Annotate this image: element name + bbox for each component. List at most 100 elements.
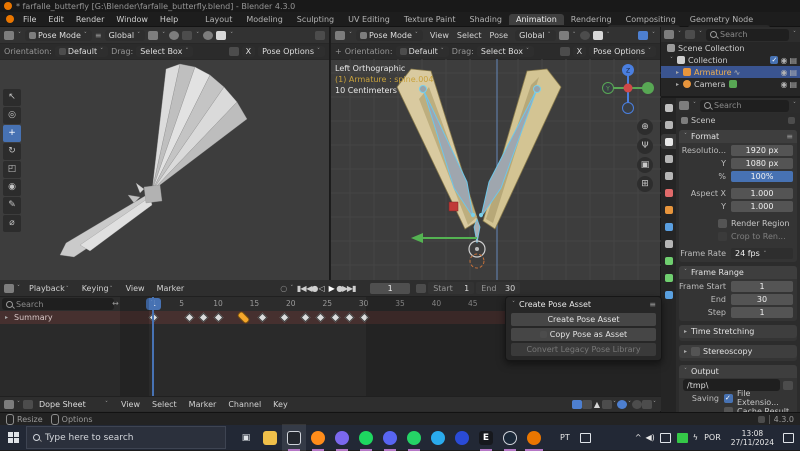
fcurve-icon[interactable] (642, 400, 652, 409)
taskbar-app-obs-studio[interactable] (282, 424, 306, 451)
camera-view-icon[interactable]: ▣ (637, 157, 653, 173)
xray-toggle[interactable]: X (573, 46, 586, 57)
taskbar-app-task-view[interactable]: ▣ (234, 424, 258, 451)
dopesheet-menu-marker[interactable]: Marker (183, 400, 223, 409)
drag-dropdown[interactable]: Select Boxˇ (136, 46, 193, 57)
workspace-tab-modeling[interactable]: Modeling (239, 14, 289, 25)
orientation-dropdown[interactable]: Defaultˇ (55, 46, 108, 57)
editor-type-icon[interactable] (4, 400, 14, 409)
workspace-tab-uv-editing[interactable]: UV Editing (341, 14, 397, 25)
plug-icon[interactable]: ϟ (693, 433, 698, 442)
dopesheet-search[interactable]: Search (2, 298, 114, 310)
properties-tab-constraints[interactable] (661, 236, 676, 251)
gizmo-toggle-icon[interactable] (638, 31, 648, 40)
drag-dropdown[interactable]: Select Boxˇ (477, 46, 534, 57)
jump-to-end-button[interactable]: ▶▮ (346, 284, 356, 293)
workspace-tab-layout[interactable]: Layout (198, 14, 239, 25)
dopesheet-mode-dropdown[interactable]: Dope Sheetˇ (35, 399, 113, 410)
properties-tab-world[interactable] (661, 185, 676, 200)
taskbar-app-telegram[interactable] (426, 424, 450, 451)
current-frame-field[interactable]: 1 (370, 283, 410, 294)
properties-tab-tool[interactable] (661, 100, 676, 115)
filter-expand-icon[interactable]: ↔ (112, 299, 119, 308)
editor-type-icon[interactable] (4, 31, 14, 40)
solid-shading-icon[interactable] (216, 31, 226, 40)
keyframe-10[interactable] (214, 313, 224, 323)
time-stretching-header[interactable]: ▸Time Stretching (679, 325, 797, 338)
outliner-search[interactable]: Search (706, 29, 789, 41)
expand-arrow-icon[interactable]: ˇ (670, 57, 673, 64)
workspace-tab-texture-paint[interactable]: Texture Paint (397, 14, 463, 25)
viewport-menu-view[interactable]: View (426, 31, 453, 40)
collection-checkbox[interactable] (770, 56, 778, 64)
keyframe-24[interactable] (315, 313, 325, 323)
outliner-row-collection[interactable]: ˇ Collection ◉ ▤ (661, 54, 800, 66)
filter-icon[interactable] (685, 30, 695, 39)
editor-type-icon[interactable] (679, 101, 689, 110)
viewport-menu-select[interactable]: Select (453, 31, 486, 40)
eye-icon[interactable]: ◉ (780, 56, 787, 65)
keyframe-26[interactable] (330, 313, 340, 323)
notification-icon[interactable] (783, 433, 794, 443)
properties-tab-object-data[interactable] (661, 253, 676, 268)
dopesheet-menu-view[interactable]: View (115, 400, 146, 409)
popup-button-copy-pose-as-asset[interactable]: Copy Pose as Asset (511, 328, 656, 341)
jump-to-start-button[interactable]: ▮◀ (296, 284, 306, 293)
workspace-tab-shading[interactable]: Shading (462, 14, 509, 25)
keyframe-22[interactable] (301, 313, 311, 323)
xray-toggle[interactable]: X (242, 46, 255, 57)
box-select-icon[interactable] (582, 400, 592, 409)
properties-tab-object[interactable] (661, 202, 676, 217)
menu-window[interactable]: Window (110, 15, 154, 24)
taskbar-app-spotify[interactable] (354, 424, 378, 451)
taskbar-search[interactable]: Type here to search (26, 426, 226, 449)
dopesheet-menu-key[interactable]: Key (267, 400, 294, 409)
frame-rate-dropdown[interactable]: 24 fps ˇ (731, 248, 793, 259)
timeline-menu-view[interactable]: View (120, 284, 151, 293)
outliner-row-scene-collection[interactable]: Scene Collection (661, 42, 800, 54)
frame-start-field[interactable]: Start1 (428, 282, 474, 294)
menu-file[interactable]: File (17, 15, 42, 24)
taskbar-app-discord[interactable] (378, 424, 402, 451)
menu-edit[interactable]: Edit (42, 15, 70, 24)
expand-arrow-icon[interactable]: ▸ (676, 69, 679, 76)
keyframe-16[interactable] (257, 313, 267, 323)
properties-tab-bone-constraint[interactable] (661, 287, 676, 302)
clock[interactable]: 13:08 27/11/2024 (731, 429, 774, 447)
solid-shading-icon[interactable] (593, 31, 603, 40)
timeline-menu-keying[interactable]: Keyingˇ (76, 284, 120, 293)
pose-options-dropdown[interactable]: Pose Optionsˇ (258, 46, 325, 57)
grid-ortho-icon[interactable]: ⊞ (637, 176, 653, 192)
tray-language[interactable]: PT (560, 433, 570, 442)
output-panel-header[interactable]: ˇOutput (679, 365, 797, 378)
dopesheet-menu-channel[interactable]: Channel (222, 400, 267, 409)
mirror-icon[interactable] (560, 47, 570, 56)
properties-tab-physics[interactable] (661, 219, 676, 234)
mode-icon[interactable] (23, 400, 33, 409)
filter-funnel-icon[interactable] (602, 400, 612, 409)
eye-icon[interactable]: ◉ (780, 80, 787, 89)
tray-language-2[interactable]: POR (704, 433, 721, 442)
popup-button-create-pose-asset[interactable]: Create Pose Asset (511, 313, 656, 326)
properties-tab-bone[interactable] (661, 270, 676, 285)
eye-icon[interactable]: ◉ (780, 68, 787, 77)
proportional-edit-icon[interactable] (617, 400, 627, 409)
resolution-y-field[interactable]: 1080 px (731, 158, 793, 169)
volume-icon[interactable]: ◀) (646, 433, 655, 442)
keyframe-19[interactable] (279, 313, 289, 323)
viewport-right[interactable]: ˇ Pose Modeˇ ViewSelectPose Globalˇ ˇ ˇ … (331, 27, 661, 280)
editor-type-icon[interactable] (335, 31, 345, 40)
outliner-row-camera[interactable]: ▸ Camera ◉ ▤ (661, 78, 800, 90)
taskbar-app-movies-tv[interactable] (330, 424, 354, 451)
transform-orientation-dropdown[interactable]: Globalˇ (515, 30, 556, 41)
editor-type-icon[interactable] (4, 284, 14, 293)
frame-start-field[interactable]: 1 (731, 281, 793, 292)
aspect-y-field[interactable]: 1.000 (731, 201, 793, 212)
stereoscopy-header[interactable]: ▸Stereoscopy (679, 345, 797, 358)
zoom-icon[interactable]: ⊕ (637, 119, 653, 135)
viewport-menu-pose[interactable]: Pose (486, 31, 513, 40)
magnet-icon[interactable] (182, 31, 192, 40)
menu-help[interactable]: Help (154, 15, 184, 24)
camera-toggle-icon[interactable]: ▤ (789, 56, 797, 65)
camera-toggle-icon[interactable]: ▤ (789, 80, 797, 89)
